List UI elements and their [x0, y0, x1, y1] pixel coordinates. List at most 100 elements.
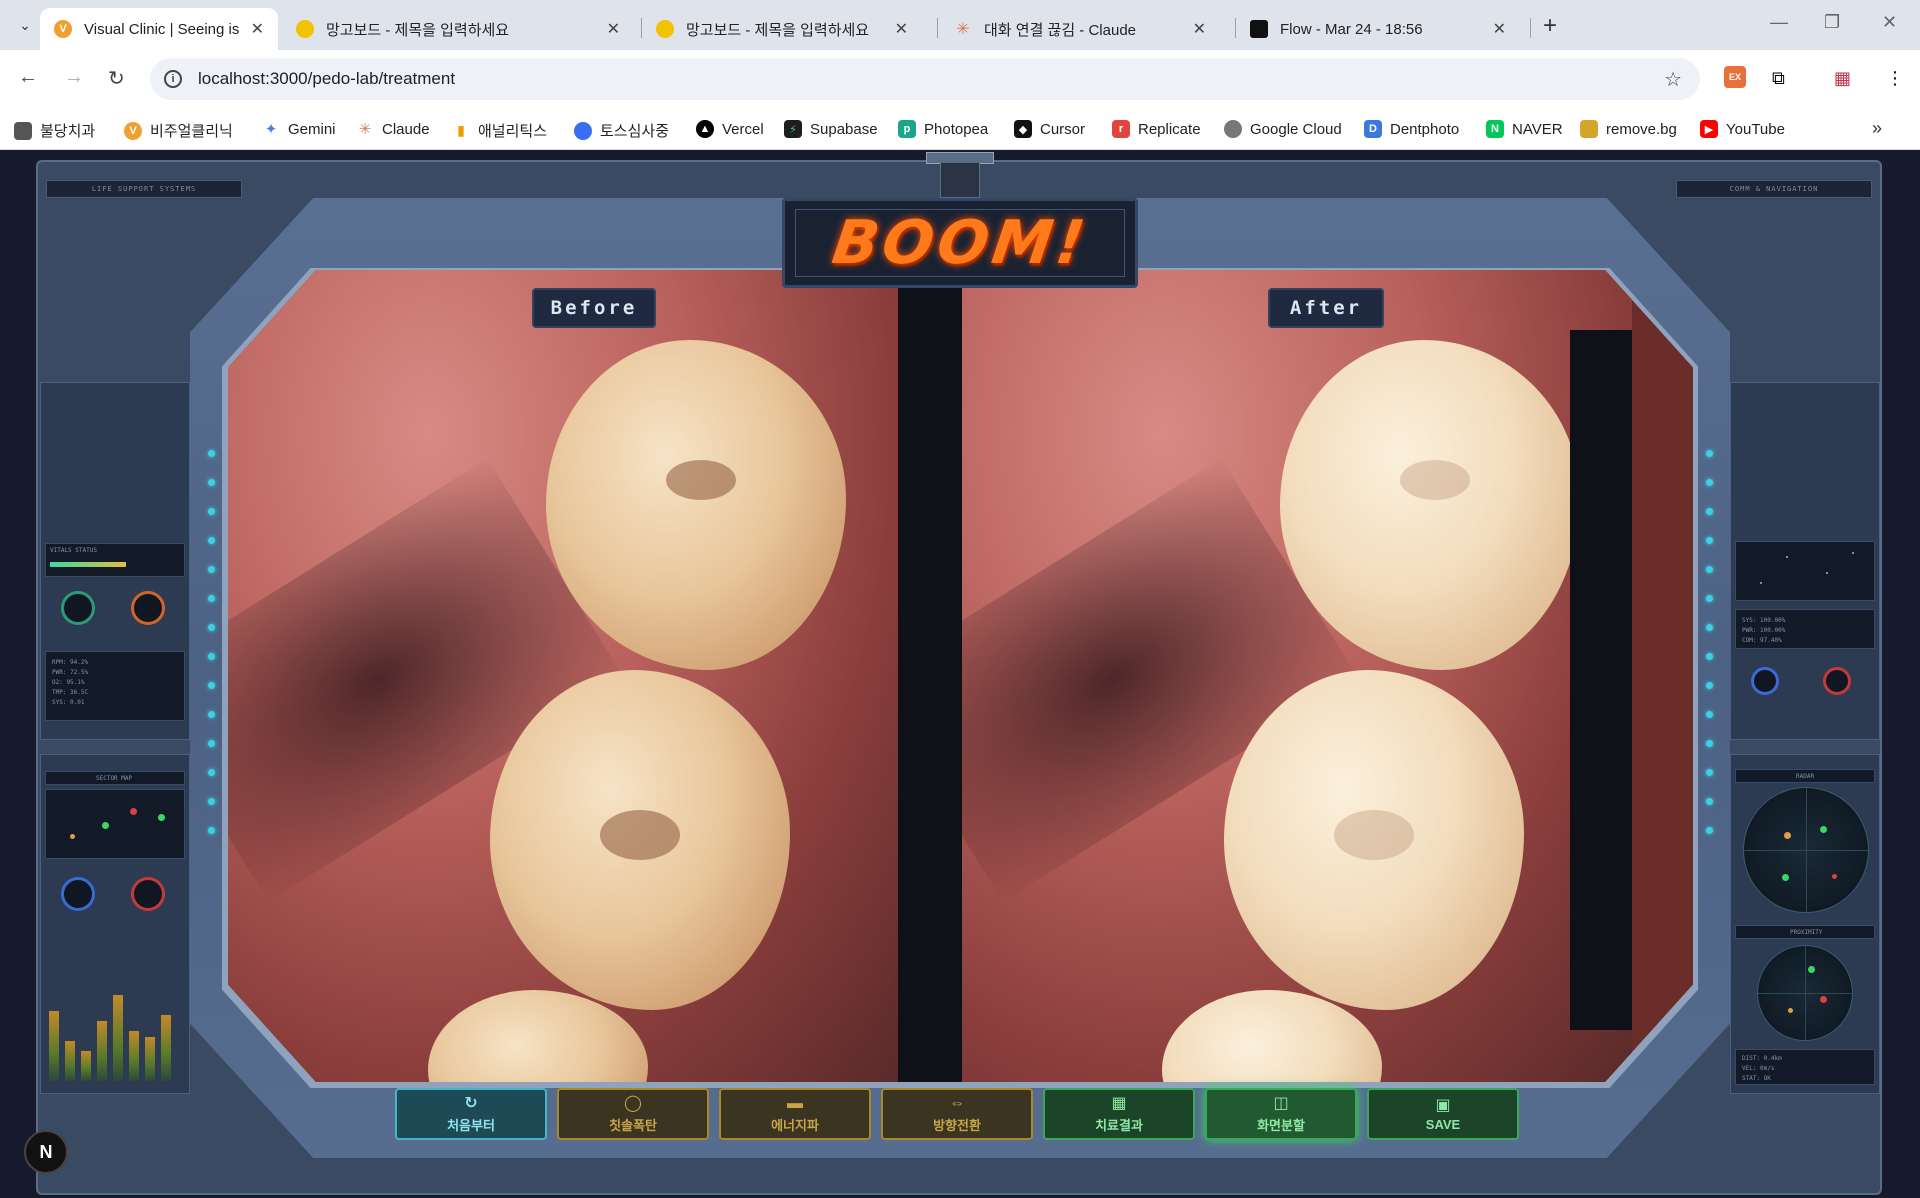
after-photo-edge — [1570, 330, 1632, 1030]
bookmark-label: Dentphoto — [1390, 120, 1460, 138]
site-info-icon[interactable]: i — [164, 70, 182, 88]
url-text[interactable]: localhost:3000/pedo-lab/treatment — [198, 69, 455, 89]
bookmark-item[interactable]: ▲ Vercel — [696, 120, 764, 138]
oxygen-gauge — [61, 591, 95, 625]
tab-title: 대화 연결 끊김 - Claude — [984, 21, 1136, 39]
save-label: SAVE — [1425, 1116, 1461, 1132]
bookmark-label: Replicate — [1138, 120, 1201, 138]
right-radar-panel: RADAR PROXIMITY DIST: 0.4km VEL: 0m/s ST… — [1730, 754, 1880, 1094]
close-tab-icon[interactable]: ✕ — [895, 19, 908, 39]
proximity-header: PROXIMITY — [1735, 925, 1875, 939]
swap-direction-icon: ⇔ — [949, 1094, 965, 1112]
radar-label: RADAR — [1796, 773, 1815, 780]
tab-mangoboard-1[interactable]: 망고보드 - 제목을 입력하세요 ✕ — [282, 8, 634, 50]
bookmark-item[interactable]: r Replicate — [1112, 120, 1201, 138]
close-tab-icon[interactable]: ✕ — [607, 19, 620, 39]
close-tab-icon[interactable]: ✕ — [1193, 19, 1206, 39]
proximity-label: PROXIMITY — [1790, 929, 1823, 936]
restart-button[interactable]: ↻ 처음부터 — [395, 1088, 547, 1140]
swap-direction-label: 방향전환 — [933, 1117, 981, 1133]
middle-molar — [1224, 670, 1524, 1010]
bookmark-label: Claude — [382, 120, 430, 138]
tab-title: 망고보드 - 제목을 입력하세요 — [686, 21, 870, 39]
after-label: After — [1268, 288, 1384, 328]
bookmark-label: YouTube — [1726, 120, 1785, 138]
browser-menu-icon[interactable]: ⋮ — [1886, 68, 1904, 89]
bookmark-item[interactable]: N NAVER — [1486, 120, 1563, 138]
bookmark-label: 비주얼클리닉 — [150, 123, 233, 140]
bookmark-item[interactable]: ▮ 애널리틱스 — [452, 120, 547, 141]
bookmark-item[interactable]: 토스심사중 — [574, 120, 669, 141]
bookmark-item[interactable]: ✳ Claude — [356, 120, 430, 139]
close-tab-icon[interactable]: ✕ — [1493, 19, 1506, 39]
bookmark-item[interactable]: ▶ YouTube — [1700, 120, 1785, 138]
upper-molar — [546, 340, 846, 670]
close-tab-icon[interactable]: ✕ — [251, 19, 264, 39]
bookmark-item[interactable]: 불당치과 — [14, 120, 95, 141]
bookmark-star-icon[interactable]: ☆ — [1664, 67, 1682, 92]
claude-sparkle-icon: ✳ — [358, 121, 372, 138]
bookmark-label: Vercel — [722, 120, 764, 138]
swap-direction-button[interactable]: ⇔ 방향전환 — [881, 1088, 1033, 1140]
reload-icon[interactable]: ↻ — [108, 66, 125, 91]
bookmark-label: 토스심사중 — [600, 123, 670, 140]
mangoboard-favicon-icon — [296, 20, 314, 38]
tab-mangoboard-2[interactable]: 망고보드 - 제목을 입력하세요 ✕ — [642, 8, 922, 50]
treatment-result-button[interactable]: ▦ 치료결과 — [1043, 1088, 1195, 1140]
tab-search-chevron-icon[interactable]: ⌄ — [14, 14, 36, 36]
grid-icon: ▦ — [1111, 1094, 1127, 1112]
save-icon: ▣ — [1435, 1096, 1451, 1114]
bookmark-item[interactable]: ⚡ Supabase — [784, 120, 878, 138]
bookmark-item[interactable]: p Photopea — [898, 120, 988, 138]
left-sector-panel: SECTOR MAP — [40, 754, 190, 1094]
split-divider[interactable] — [898, 270, 962, 1082]
tab-title: Flow - Mar 24 - 18:56 — [1280, 20, 1423, 38]
minimize-icon[interactable]: — — [1770, 12, 1788, 33]
back-arrow-icon[interactable]: ← — [18, 66, 38, 89]
vercel-triangle-icon: ▲ — [696, 120, 714, 138]
bookmark-item[interactable]: D Dentphoto — [1364, 120, 1459, 138]
split-screen-label: 화면분할 — [1257, 1117, 1305, 1133]
bookmark-globe-icon — [14, 121, 32, 140]
extensions-puzzle-icon[interactable]: ⧉ — [1772, 68, 1785, 89]
bookmark-item[interactable]: remove.bg — [1580, 120, 1677, 138]
restore-icon[interactable]: ❐ — [1824, 12, 1840, 33]
tab-strip: ⌄ V Visual Clinic | Seeing is Believing … — [0, 0, 1920, 50]
extension-ex-icon[interactable]: EX — [1724, 66, 1746, 88]
star-field-box — [1735, 541, 1875, 601]
systems-readout-box: SYS: 100.00% PWR: 100.00% COM: 97.40% — [1735, 609, 1875, 649]
comparison-viewer[interactable] — [228, 270, 1693, 1082]
split-screen-icon: ◫ — [1273, 1094, 1289, 1112]
bookmark-label: Cursor — [1040, 120, 1086, 138]
sector-map — [45, 789, 185, 859]
bookmarks-overflow-icon[interactable]: » — [1872, 118, 1882, 139]
bookmark-item[interactable]: Google Cloud — [1224, 120, 1342, 138]
toss-icon — [574, 121, 592, 140]
tab-flow[interactable]: Flow - Mar 24 - 18:56 ✕ — [1236, 8, 1520, 50]
bookmark-v-icon: V — [124, 121, 142, 140]
gemini-sparkle-icon: ✦ — [264, 121, 278, 138]
new-tab-plus-icon[interactable]: + — [1543, 12, 1557, 40]
radar-scope — [1743, 787, 1869, 913]
close-window-icon[interactable]: ✕ — [1882, 12, 1897, 33]
energy-wave-button[interactable]: ▬ 에너지파 — [719, 1088, 871, 1140]
visual-clinic-favicon-icon: V — [54, 20, 72, 38]
vitals-label: VITALS STATUS — [50, 547, 97, 554]
tab-visual-clinic[interactable]: V Visual Clinic | Seeing is Believing ✕ — [40, 8, 278, 50]
bookmark-item[interactable]: ◆ Cursor — [1014, 120, 1085, 138]
dentphoto-icon: D — [1364, 120, 1382, 138]
nextjs-dev-badge[interactable]: N — [24, 1130, 68, 1174]
vitals-readout-box: RPM: 94.2% PWR: 72.5% O2: 95.1% TMP: 36.… — [45, 651, 185, 721]
right-indicator-lights — [1706, 450, 1714, 856]
split-screen-button[interactable]: ◫ 화면분할 — [1205, 1088, 1357, 1140]
profile-clapper-icon[interactable]: ▦ — [1834, 68, 1851, 89]
save-button[interactable]: ▣ SAVE — [1367, 1088, 1519, 1140]
bookmark-item[interactable]: V 비주얼클리닉 — [124, 120, 233, 141]
bookmarks-bar: 불당치과 V 비주얼클리닉 ✦ Gemini ✳ Claude ▮ 애널리틱스 토스심사… — [0, 108, 1920, 150]
bookmark-item[interactable]: ✦ Gemini — [262, 120, 336, 139]
forward-arrow-icon[interactable]: → — [64, 66, 84, 89]
bookmark-label: remove.bg — [1606, 120, 1677, 138]
tab-claude[interactable]: ✳ 대화 연결 끊김 - Claude ✕ — [940, 8, 1220, 50]
url-omnibox[interactable]: i localhost:3000/pedo-lab/treatment ☆ — [150, 58, 1700, 100]
toothbrush-bomb-button[interactable]: ◯ 칫솔폭탄 — [557, 1088, 709, 1140]
